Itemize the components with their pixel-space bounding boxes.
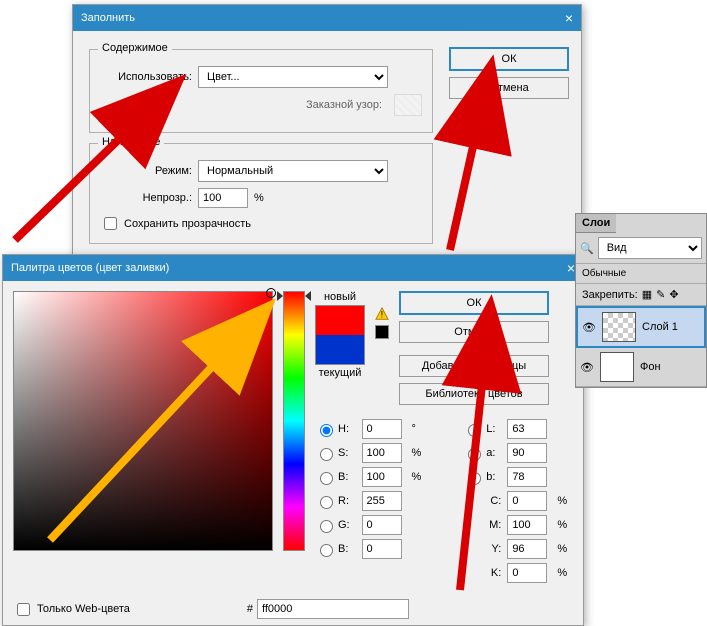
a-input[interactable] xyxy=(507,443,547,463)
layers-tab[interactable]: Слои xyxy=(576,214,616,233)
visibility-icon[interactable]: 👁 xyxy=(582,321,596,334)
bb-radio[interactable] xyxy=(320,544,333,557)
l-radio[interactable] xyxy=(468,424,481,437)
r-input[interactable] xyxy=(362,491,402,511)
k-input[interactable] xyxy=(507,563,547,583)
opacity-input[interactable] xyxy=(198,188,248,208)
hue-slider[interactable] xyxy=(283,291,305,551)
use-select[interactable]: Цвет... xyxy=(198,66,388,88)
picker-title: Палитра цветов (цвет заливки) xyxy=(11,262,169,274)
b-radio[interactable] xyxy=(468,472,481,485)
layers-panel: Слои 🔍 Вид Обычные Закрепить: ▦ ✎ ✥ 👁 Сл… xyxy=(575,213,707,388)
fill-titlebar[interactable]: Заполнить × xyxy=(73,5,581,31)
layer-thumb xyxy=(602,312,636,342)
lock-move-icon[interactable]: ✥ xyxy=(669,288,678,301)
fill-cancel-button[interactable]: Отмена xyxy=(449,77,569,99)
warning-icon: ! xyxy=(375,307,389,321)
lock-brush-icon[interactable]: ✎ xyxy=(656,288,665,301)
color-swatch-pair xyxy=(315,305,365,365)
color-picker-dialog: Палитра цветов (цвет заливки) × новый те… xyxy=(2,254,584,626)
color-libraries-button[interactable]: Библиотеки цветов xyxy=(399,383,549,405)
bb-input[interactable] xyxy=(362,539,402,559)
h-radio[interactable] xyxy=(320,424,333,437)
l-input[interactable] xyxy=(507,419,547,439)
color-field[interactable] xyxy=(13,291,273,551)
opacity-label: Непрозр.: xyxy=(100,192,192,204)
fill-dialog: Заполнить × Содержимое Использовать: Цве… xyxy=(72,4,582,263)
m-input[interactable] xyxy=(507,515,547,535)
g-input[interactable] xyxy=(362,515,402,535)
contents-legend: Содержимое xyxy=(98,42,172,54)
picker-ok-button[interactable]: ОК xyxy=(399,291,549,315)
layer-name: Слой 1 xyxy=(642,321,678,333)
hex-prefix: # xyxy=(247,603,253,615)
new-label: новый xyxy=(324,291,356,303)
mode-select[interactable]: Нормальный xyxy=(198,160,388,182)
color-inputs: H: ° L: S: % a: B: % b: R: C: % xyxy=(315,419,573,583)
s-input[interactable] xyxy=(362,443,402,463)
bv-input[interactable] xyxy=(362,467,402,487)
layer-row[interactable]: 👁 Слой 1 xyxy=(576,306,706,348)
current-label: текущий xyxy=(319,367,362,379)
b-input[interactable] xyxy=(507,467,547,487)
preserve-label: Сохранить прозрачность xyxy=(124,218,251,230)
current-color-swatch xyxy=(316,335,364,364)
custom-pattern-label: Заказной узор: xyxy=(306,99,382,111)
color-cursor xyxy=(266,288,276,298)
r-radio[interactable] xyxy=(320,496,333,509)
web-only-checkbox[interactable] xyxy=(17,603,30,616)
web-only-label: Только Web-цвета xyxy=(37,603,130,615)
use-label: Использовать: xyxy=(100,71,192,83)
g-radio[interactable] xyxy=(320,520,333,533)
warning-swatch[interactable] xyxy=(375,325,389,339)
new-color-swatch xyxy=(316,306,364,335)
a-radio[interactable] xyxy=(468,448,481,461)
picker-cancel-button[interactable]: Отмена xyxy=(399,321,549,343)
lock-pixels-icon[interactable]: ▦ xyxy=(642,288,652,301)
picker-titlebar[interactable]: Палитра цветов (цвет заливки) × xyxy=(3,255,583,281)
layer-thumb xyxy=(600,352,634,382)
blending-legend: Наложение xyxy=(98,136,164,148)
y-input[interactable] xyxy=(507,539,547,559)
s-radio[interactable] xyxy=(320,448,333,461)
add-swatch-button[interactable]: Добавить в образцы xyxy=(399,355,549,377)
blend-mode[interactable]: Обычные xyxy=(576,264,706,284)
close-icon[interactable]: × xyxy=(567,260,575,276)
h-input[interactable] xyxy=(362,419,402,439)
fill-title: Заполнить xyxy=(81,12,135,24)
bv-radio[interactable] xyxy=(320,472,333,485)
c-input[interactable] xyxy=(507,491,547,511)
blending-fieldset: Наложение Режим: Нормальный Непрозр.: % … xyxy=(89,143,433,244)
layer-name: Фон xyxy=(640,361,661,373)
fill-ok-button[interactable]: ОК xyxy=(449,47,569,71)
layer-row[interactable]: 👁 Фон xyxy=(576,348,706,387)
preserve-checkbox[interactable] xyxy=(104,217,117,230)
mode-label: Режим: xyxy=(100,165,192,177)
close-icon[interactable]: × xyxy=(565,10,573,26)
contents-fieldset: Содержимое Использовать: Цвет... Заказно… xyxy=(89,49,433,133)
hex-input[interactable] xyxy=(257,599,409,619)
layer-kind-select[interactable]: Вид xyxy=(598,237,702,259)
svg-text:!: ! xyxy=(381,310,384,321)
opacity-percent: % xyxy=(254,192,264,204)
pattern-swatch xyxy=(394,94,422,116)
visibility-icon[interactable]: 👁 xyxy=(580,361,594,374)
